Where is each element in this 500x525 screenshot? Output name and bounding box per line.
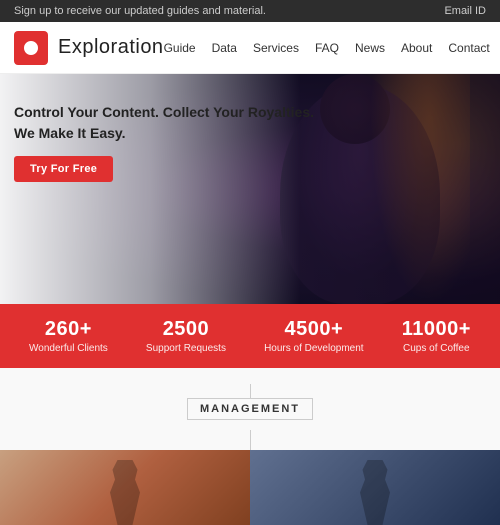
nav-data[interactable]: Data xyxy=(212,41,237,55)
stat-coffee: 11000+ Cups of Coffee xyxy=(402,318,471,354)
header: Exploration Guide Data Services FAQ News… xyxy=(0,22,500,74)
stat-support-number: 2500 xyxy=(146,318,226,341)
hero-tagline-line2: We Make It Easy. xyxy=(14,123,486,144)
management-title: MANAGEMENT xyxy=(187,398,313,420)
management-section: MANAGEMENT xyxy=(0,368,500,525)
announcement-text: Sign up to receive our updated guides an… xyxy=(14,5,266,17)
nav-guide[interactable]: Guide xyxy=(164,41,196,55)
stat-coffee-label: Cups of Coffee xyxy=(402,343,471,354)
management-header: MANAGEMENT xyxy=(0,398,500,420)
person-silhouette-left xyxy=(100,460,150,525)
nav-about[interactable]: About xyxy=(401,41,432,55)
email-id-link[interactable]: Email ID xyxy=(444,5,486,17)
management-card-left[interactable] xyxy=(0,450,250,525)
stat-hours-number: 4500+ xyxy=(264,318,364,341)
main-nav: Guide Data Services FAQ News About Conta… xyxy=(164,41,490,55)
logo-icon-circle xyxy=(24,41,38,55)
try-for-free-button[interactable]: Try For Free xyxy=(14,156,113,182)
logo-text[interactable]: Exploration xyxy=(58,36,164,59)
logo-icon xyxy=(14,31,48,65)
management-divider-bottom xyxy=(250,430,251,450)
management-cards xyxy=(0,450,500,525)
hero-section: Control Your Content. Collect Your Royal… xyxy=(0,74,500,304)
person-silhouette-right xyxy=(350,460,400,525)
announcement-bar: Sign up to receive our updated guides an… xyxy=(0,0,500,22)
hero-tagline-line1: Control Your Content. Collect Your Royal… xyxy=(14,102,486,123)
stat-hours: 4500+ Hours of Development xyxy=(264,318,364,354)
logo-area: Exploration xyxy=(14,31,164,65)
nav-news[interactable]: News xyxy=(355,41,385,55)
stat-clients: 260+ Wonderful Clients xyxy=(29,318,108,354)
management-card-right[interactable] xyxy=(250,450,500,525)
stats-bar: 260+ Wonderful Clients 2500 Support Requ… xyxy=(0,304,500,368)
nav-faq[interactable]: FAQ xyxy=(315,41,339,55)
nav-contact[interactable]: Contact xyxy=(448,41,489,55)
nav-services[interactable]: Services xyxy=(253,41,299,55)
stat-support: 2500 Support Requests xyxy=(146,318,226,354)
hero-tagline: Control Your Content. Collect Your Royal… xyxy=(14,102,486,144)
stat-clients-label: Wonderful Clients xyxy=(29,343,108,354)
management-divider-top xyxy=(250,384,251,398)
stat-hours-label: Hours of Development xyxy=(264,343,364,354)
hero-content: Control Your Content. Collect Your Royal… xyxy=(0,74,500,210)
stat-support-label: Support Requests xyxy=(146,343,226,354)
stat-coffee-number: 11000+ xyxy=(402,318,471,341)
stat-clients-number: 260+ xyxy=(29,318,108,341)
